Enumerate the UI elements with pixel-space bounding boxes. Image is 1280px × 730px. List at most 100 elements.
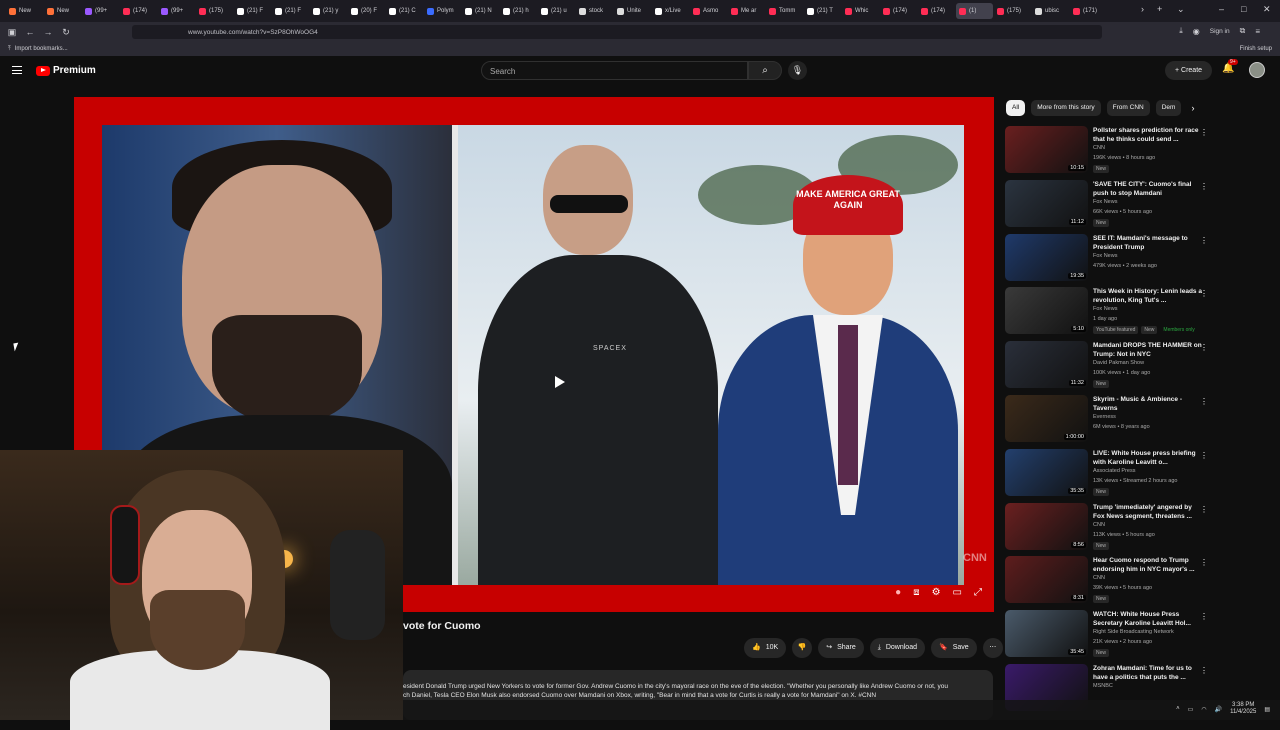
browser-tab[interactable]: (21) F: [272, 3, 309, 19]
video-thumbnail[interactable]: 1:00:00: [1005, 394, 1088, 442]
browser-tab[interactable]: (20) F: [348, 3, 385, 19]
browser-tab[interactable]: x/Live: [652, 3, 689, 19]
browser-tab[interactable]: (21) T: [804, 3, 841, 19]
download-button[interactable]: ⤓ Download: [869, 638, 925, 658]
browser-tab[interactable]: (99+: [82, 3, 119, 19]
chevron-right-icon[interactable]: ›: [1191, 103, 1194, 113]
search-input[interactable]: Search: [481, 61, 748, 80]
channel-name[interactable]: Fox News: [1093, 306, 1117, 312]
filter-chip[interactable]: All: [1006, 100, 1026, 116]
video-title[interactable]: WATCH: White House Press Secretary Karol…: [1093, 610, 1205, 628]
theater-mode-icon[interactable]: ▭: [953, 587, 962, 598]
forward-button[interactable]: →: [39, 27, 57, 37]
browser-tab[interactable]: (21) h: [500, 3, 537, 19]
channel-name[interactable]: CNN: [1093, 575, 1105, 581]
close-window-button[interactable]: ✕: [1263, 4, 1271, 15]
video-thumbnail[interactable]: 19:35: [1005, 233, 1088, 281]
channel-name[interactable]: CNN: [1093, 522, 1105, 528]
tab-list-icon[interactable]: ⌄: [1177, 4, 1185, 15]
volume-icon[interactable]: 🔊: [1215, 706, 1222, 713]
more-options-icon[interactable]: ⋮: [1200, 236, 1208, 245]
browser-tab[interactable]: (21) N: [462, 3, 499, 19]
video-thumbnail[interactable]: 11:12: [1005, 179, 1088, 227]
browser-tab[interactable]: (174): [120, 3, 157, 19]
browser-tab[interactable]: Tomm: [766, 3, 803, 19]
chevron-up-icon[interactable]: ˄: [1176, 706, 1180, 712]
browser-tab[interactable]: Polym: [424, 3, 461, 19]
browser-tab[interactable]: (175): [196, 3, 233, 19]
browser-tab[interactable]: (99+: [158, 3, 195, 19]
recommendation-item[interactable]: 11:12 'SAVE THE CITY': Cuomo's final push…: [1005, 179, 1210, 234]
more-options-icon[interactable]: ⋮: [1200, 343, 1208, 352]
notifications-button[interactable]: 🔔 9+: [1222, 59, 1238, 74]
more-options-icon[interactable]: ⋮: [1200, 397, 1208, 406]
recommendation-item[interactable]: 35:35 LIVE: White House press briefing wi…: [1005, 448, 1210, 503]
more-options-icon[interactable]: ⋮: [1200, 612, 1208, 621]
share-button[interactable]: ↪ Share: [818, 638, 864, 658]
more-options-icon[interactable]: ⋮: [1200, 289, 1208, 298]
recommendation-item[interactable]: 11:32 Mamdani DROPS THE HAMMER on Trump: …: [1005, 341, 1210, 395]
save-button[interactable]: 🔖 Save: [931, 638, 977, 658]
browser-tab[interactable]: ubisc: [1032, 3, 1069, 19]
video-thumbnail[interactable]: 8:56: [1005, 502, 1088, 550]
clock[interactable]: 3:38 PM 11/4/2025: [1230, 702, 1256, 716]
import-bookmarks-link[interactable]: Import bookmarks...: [15, 46, 68, 52]
minimize-button[interactable]: –: [1219, 4, 1224, 14]
more-options-icon[interactable]: ⋮: [1200, 505, 1208, 514]
video-title[interactable]: 'SAVE THE CITY': Cuomo's final push to s…: [1093, 180, 1205, 198]
autoplay-toggle[interactable]: ●: [895, 587, 901, 598]
channel-name[interactable]: Right Side Broadcasting Network: [1093, 629, 1174, 635]
browser-tab[interactable]: New: [44, 3, 81, 19]
recommendation-item[interactable]: 19:35 SEE IT: Mamdani's message to Presid…: [1005, 233, 1210, 288]
recommendation-item[interactable]: 35:45 WATCH: White House Press Secretary …: [1005, 610, 1210, 664]
notification-icon[interactable]: ▤: [1264, 706, 1270, 713]
back-button[interactable]: ←: [21, 27, 39, 37]
captions-icon[interactable]: ⧈: [913, 587, 919, 598]
filter-chip[interactable]: More from this story: [1031, 100, 1101, 116]
channel-name[interactable]: Everness: [1093, 414, 1116, 420]
channel-name[interactable]: Fox News: [1093, 199, 1117, 205]
video-thumbnail[interactable]: 5:10: [1005, 287, 1088, 335]
video-thumbnail[interactable]: 35:35: [1005, 448, 1088, 496]
video-title[interactable]: Pollster shares prediction for race that…: [1093, 126, 1205, 144]
new-tab-button[interactable]: +: [1157, 4, 1162, 14]
video-thumbnail[interactable]: 35:45: [1005, 610, 1088, 658]
browser-tab[interactable]: stock: [576, 3, 613, 19]
recommendation-item[interactable]: 8:56 Trump 'immediately' angered by Fox N…: [1005, 502, 1210, 557]
browser-tab[interactable]: (174): [880, 3, 917, 19]
browser-tab[interactable]: (21) u: [538, 3, 575, 19]
downloads-icon[interactable]: ⤓: [1179, 26, 1183, 36]
browser-tab[interactable]: Me ar: [728, 3, 765, 19]
browser-tab[interactable]: Whic: [842, 3, 879, 19]
recommendation-item[interactable]: 10:15 Pollster shares prediction for race…: [1005, 126, 1210, 180]
more-options-icon[interactable]: ⋮: [1200, 558, 1208, 567]
recommendation-item[interactable]: 8:31 Hear Cuomo respond to Trump endorsin…: [1005, 556, 1210, 610]
video-title[interactable]: Hear Cuomo respond to Trump endorsing hi…: [1093, 556, 1205, 574]
recommendation-item[interactable]: 1:00:00 Skyrim - Music & Ambience - Taver…: [1005, 394, 1210, 449]
browser-tab[interactable]: (175): [994, 3, 1031, 19]
channel-name[interactable]: Fox News: [1093, 253, 1117, 259]
browser-tab[interactable]: (171): [1070, 3, 1107, 19]
browser-tab[interactable]: (21) F: [234, 3, 271, 19]
video-thumbnail[interactable]: 8:31: [1005, 556, 1088, 604]
channel-name[interactable]: MSNBC: [1093, 683, 1113, 689]
extensions-icon[interactable]: ⧉: [1240, 26, 1246, 36]
search-button[interactable]: ⌕: [748, 61, 782, 80]
network-icon[interactable]: ▭: [1188, 706, 1194, 713]
voice-search-button[interactable]: 🎙: [788, 61, 807, 80]
browser-tab[interactable]: New: [6, 3, 43, 19]
recommendation-item[interactable]: 5:10 This Week in History: Lenin leads a …: [1005, 287, 1210, 341]
fullscreen-icon[interactable]: ⤢: [974, 587, 982, 598]
browser-tab[interactable]: (174): [918, 3, 955, 19]
settings-icon[interactable]: ⚙: [932, 587, 941, 598]
video-thumbnail[interactable]: 10:15: [1005, 126, 1088, 173]
more-actions-button[interactable]: ⋯: [982, 638, 1003, 658]
more-options-icon[interactable]: ⋮: [1200, 128, 1208, 137]
sign-in-link[interactable]: Sign in: [1210, 28, 1230, 35]
video-thumbnail[interactable]: 11:32: [1005, 341, 1088, 389]
create-button[interactable]: + Create: [1165, 61, 1212, 80]
finish-setup-link[interactable]: Finish setup: [1240, 46, 1272, 52]
like-button[interactable]: 👍 10K: [744, 638, 787, 658]
video-title[interactable]: Trump 'immediately' angered by Fox News …: [1093, 503, 1205, 521]
video-title[interactable]: This Week in History: Lenin leads a revo…: [1093, 287, 1205, 305]
